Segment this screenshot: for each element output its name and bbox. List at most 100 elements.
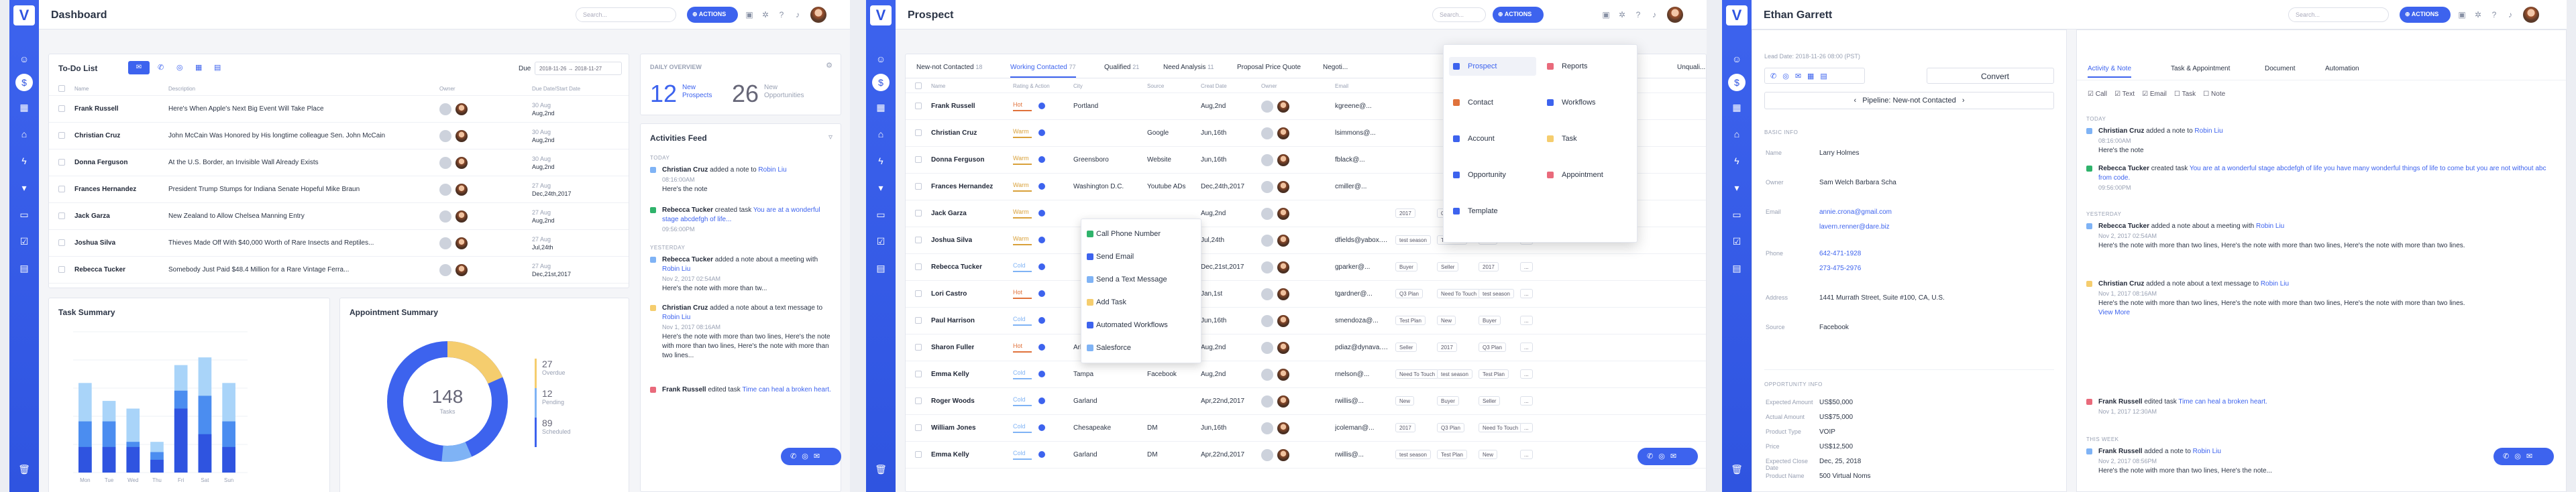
filter-task[interactable]: ☐ Task (2174, 90, 2196, 98)
table-row[interactable]: Roger Woods Cold Garland Apr,22nd,2017 rwill… (906, 388, 1706, 415)
trash-icon[interactable]: 🗑 (874, 463, 888, 476)
field-value[interactable]: lavern.renner@dare.biz (1819, 223, 1890, 231)
table-row[interactable]: Frances Hernandez President Trump Stumps … (49, 176, 629, 203)
row-email[interactable]: gparker@... (1335, 263, 1389, 271)
email-filter-icon[interactable]: ✉ (128, 61, 150, 74)
checkbox-icon[interactable]: ☑ (874, 235, 888, 248)
menu-send-text[interactable]: Send a Text Message (1087, 275, 1167, 284)
select-all-checkbox[interactable] (915, 82, 922, 89)
calendar-icon[interactable]: ▣ (2457, 10, 2467, 19)
tab-proposal-price-quote[interactable]: Proposal Price Quote (1237, 64, 1301, 71)
action-icon[interactable] (1038, 397, 1045, 404)
table-row[interactable]: Sharon FullerHotArlingtonAug,2ndpdiaz@dy… (906, 334, 1706, 361)
action-icon[interactable] (1038, 290, 1045, 297)
table-row[interactable]: Emma Kelly Cold Tampa Facebook Aug,2nd rnelso… (906, 361, 1706, 388)
row-checkbox[interactable] (915, 263, 922, 270)
create-account[interactable]: Account (1453, 135, 1495, 143)
row-name[interactable]: Donna Ferguson (931, 156, 984, 164)
bolt-icon[interactable]: ϟ (17, 154, 31, 168)
pipeline-selector[interactable]: ‹ Pipeline: New-not Contacted › (1764, 92, 2054, 109)
table-row[interactable]: Donna Ferguson At the U.S. Border, an Inv… (49, 149, 629, 176)
gear-icon[interactable]: ✲ (761, 10, 770, 19)
dollar-icon[interactable]: $ (872, 74, 890, 91)
monitor-icon[interactable]: ▭ (1730, 208, 1743, 221)
table-row[interactable]: Frank Russell Here's When Apple's Next Bi… (49, 96, 629, 123)
row-checkbox[interactable] (915, 237, 922, 243)
bolt-icon[interactable]: ϟ (1730, 154, 1743, 168)
row-checkbox[interactable] (58, 239, 65, 246)
table-row[interactable]: Christian Cruz John McCain Was Honored by… (49, 123, 629, 149)
calendar-icon[interactable]: ▣ (1601, 10, 1611, 19)
create-task[interactable]: Task (1547, 135, 1577, 143)
action-icon[interactable] (1038, 183, 1045, 190)
user-icon[interactable]: ☺ (1730, 52, 1743, 66)
building-icon[interactable]: ▦ (1730, 101, 1743, 114)
settings-icon[interactable]: ⚙ (826, 61, 833, 70)
action-icon[interactable] (1038, 371, 1045, 377)
row-name[interactable]: Sharon Fuller (931, 344, 974, 351)
search-input[interactable]: Search... (2288, 7, 2389, 22)
calendar-icon[interactable]: ▣ (745, 10, 754, 19)
bank-icon[interactable]: ⌂ (874, 127, 888, 141)
checkbox-icon[interactable]: ☑ (1730, 235, 1743, 248)
tab-need-analysis[interactable]: Need Analysis 11 (1163, 64, 1214, 71)
table-row[interactable]: Emma Kelly Cold Garland DM Apr,22nd,2017 rwil… (906, 442, 1706, 469)
view-more-link[interactable]: View More (2098, 309, 2130, 316)
filter-note[interactable]: ☐ Note (2203, 90, 2225, 98)
more-tags-button[interactable]: ... (1520, 316, 1533, 325)
monitor-icon[interactable]: ▭ (874, 208, 888, 221)
more-tags-button[interactable]: ... (1520, 262, 1533, 271)
row-name[interactable]: Frances Hernandez (74, 186, 136, 193)
help-icon[interactable]: ? (2489, 10, 2499, 19)
row-name[interactable]: Paul Harrison (931, 317, 975, 324)
row-checkbox[interactable] (58, 266, 65, 273)
building-icon[interactable]: ▦ (17, 101, 31, 114)
chart-icon[interactable]: ▤ (874, 261, 888, 275)
create-template[interactable]: Template (1453, 207, 1498, 215)
row-checkbox[interactable] (915, 397, 922, 404)
field-value[interactable]: 642-471-1928 (1819, 250, 1861, 257)
menu-automated-workflows[interactable]: Automated Workflows (1087, 321, 1168, 329)
user-avatar[interactable] (1667, 7, 1683, 23)
action-icon[interactable] (1038, 424, 1045, 431)
table-row[interactable]: Jack Garza New Zealand to Allow Chelsea M… (49, 203, 629, 230)
table-row[interactable]: William Jones Cold Chesapeake DM Jun,16th jco… (906, 415, 1706, 442)
menu-call-phone[interactable]: Call Phone Number (1087, 230, 1161, 238)
row-name[interactable]: Donna Ferguson (74, 159, 127, 166)
filter-text[interactable]: ☑ Text (2114, 90, 2135, 98)
more-tags-button[interactable]: ... (1520, 369, 1533, 379)
row-name[interactable]: Joshua Silva (74, 239, 115, 247)
row-checkbox[interactable] (58, 132, 65, 139)
funnel-icon[interactable]: ▾ (1730, 181, 1743, 194)
funnel-icon[interactable]: ▾ (17, 181, 31, 194)
row-checkbox[interactable] (915, 210, 922, 217)
list-filter-icon[interactable]: ▤ (214, 63, 221, 72)
create-prospect[interactable]: Prospect (1453, 62, 1497, 70)
row-checkbox[interactable] (915, 371, 922, 377)
row-email[interactable]: cmiller@... (1335, 183, 1389, 190)
phone-filter-icon[interactable]: ✆ (158, 63, 164, 72)
row-name[interactable]: Jack Garza (931, 210, 967, 217)
row-name[interactable]: Rebecca Tucker (931, 263, 982, 271)
menu-add-task[interactable]: Add Task (1087, 298, 1126, 306)
row-name[interactable]: Christian Cruz (931, 129, 977, 137)
building-icon[interactable]: ▦ (874, 101, 888, 114)
bank-icon[interactable]: ⌂ (1730, 127, 1743, 141)
row-checkbox[interactable] (915, 129, 922, 136)
row-checkbox[interactable] (915, 344, 922, 351)
actions-button[interactable]: ⊕ ACTIONS (1493, 7, 1544, 23)
user-avatar[interactable] (2523, 7, 2539, 23)
search-input[interactable]: Search... (576, 7, 676, 22)
more-tags-button[interactable]: ... (1520, 289, 1533, 298)
row-checkbox[interactable] (915, 317, 922, 324)
row-email[interactable]: lsimmons@... (1335, 129, 1389, 137)
action-icon[interactable] (1038, 237, 1045, 243)
chat-filter-icon[interactable]: ◎ (176, 63, 183, 72)
row-name[interactable]: Frank Russell (74, 105, 119, 113)
row-email[interactable]: kgreene@... (1335, 103, 1389, 110)
field-value[interactable]: 273-475-2976 (1819, 265, 1861, 272)
tab-task-appointment[interactable]: Task & Appointment (2171, 65, 2230, 72)
monitor-icon[interactable]: ▭ (17, 208, 31, 221)
tab-document[interactable]: Document (2265, 65, 2296, 72)
tab-automation[interactable]: Automation (2325, 65, 2359, 72)
